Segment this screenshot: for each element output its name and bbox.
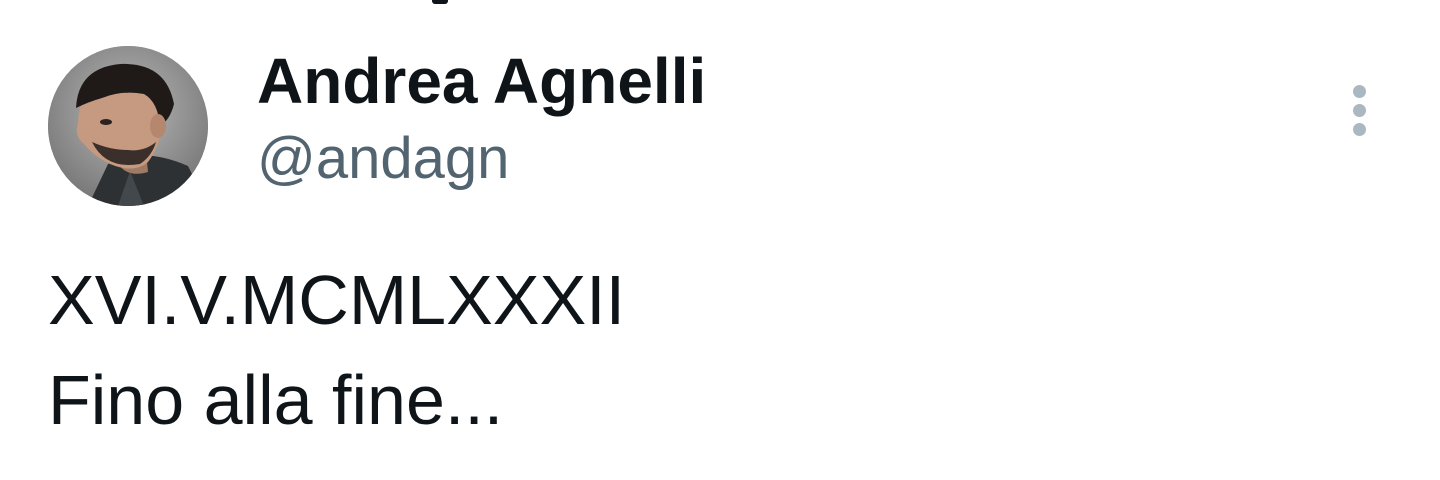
- author-handle[interactable]: @andagn: [257, 116, 706, 202]
- profile-photo-icon: [48, 46, 208, 206]
- author-display-name[interactable]: Andrea Agnelli: [257, 42, 706, 120]
- tweet-text-line: XVI.V.MCMLXXXII: [48, 261, 626, 339]
- more-dot: [1353, 85, 1366, 98]
- author-info: Andrea Agnelli @andagn: [257, 42, 706, 202]
- tweet: Andrea Agnelli @andagn XVI.V.MCMLXXXII F…: [0, 0, 1440, 480]
- tweet-text: XVI.V.MCMLXXXII Fino alla fine...: [48, 250, 625, 450]
- more-dot: [1353, 123, 1366, 136]
- tweet-text-line: Fino alla fine...: [48, 361, 504, 439]
- avatar[interactable]: [48, 46, 208, 206]
- previous-content-fragment: [432, 0, 448, 4]
- more-vertical-icon[interactable]: [1340, 80, 1380, 140]
- more-dot: [1353, 104, 1366, 117]
